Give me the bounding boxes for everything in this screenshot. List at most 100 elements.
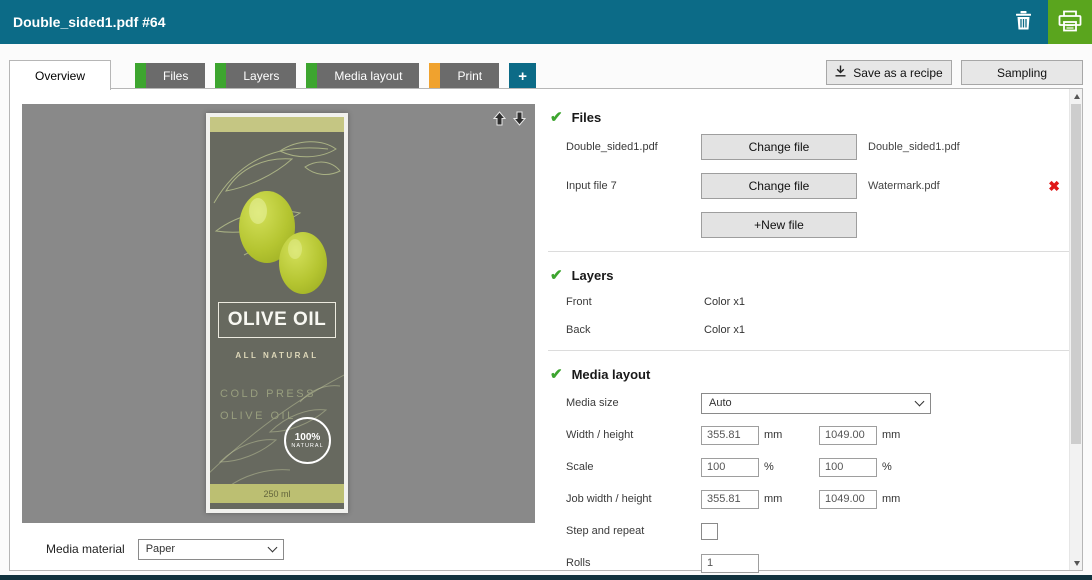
change-file-button[interactable]: Change file xyxy=(701,173,857,199)
width-height-label: Width / height xyxy=(566,429,701,441)
label-preview: OLIVE OIL ALL NATURAL COLD PRESS OLIVE O… xyxy=(206,113,348,513)
tab-files[interactable]: Files xyxy=(135,63,205,89)
new-file-row: +New file xyxy=(548,212,1070,238)
trash-icon xyxy=(1015,11,1032,33)
file-name-value: Watermark.pdf xyxy=(868,180,940,192)
media-layout-section-header: ✔ Media layout xyxy=(550,363,1070,385)
tab-bar: Overview Files Layers Media layout Print… xyxy=(9,59,1083,89)
tab-files-status-chip xyxy=(135,63,146,89)
save-recipe-button[interactable]: Save as a recipe xyxy=(826,60,952,85)
tab-print[interactable]: Print xyxy=(429,63,499,89)
media-size-select[interactable]: Auto xyxy=(701,393,931,414)
media-material-row: Media material Paper xyxy=(46,538,284,560)
width-unit: mm xyxy=(764,429,782,441)
layer-row-label: Back xyxy=(566,324,701,336)
new-file-button[interactable]: +New file xyxy=(701,212,857,238)
scale-x-input[interactable] xyxy=(701,458,759,477)
media-material-label: Media material xyxy=(46,542,125,556)
layers-section-header: ✔ Layers xyxy=(550,264,1070,286)
layer-row: Back Color x1 xyxy=(548,320,1070,340)
media-material-value: Paper xyxy=(146,543,175,555)
tab-media-layout[interactable]: Media layout xyxy=(306,63,419,89)
check-icon: ✔ xyxy=(550,266,563,284)
print-job-button[interactable] xyxy=(1048,0,1092,44)
vertical-scrollbar[interactable] xyxy=(1069,89,1082,570)
label-volume: 250 ml xyxy=(263,489,290,499)
job-width-height-row: Job width / height mm mm xyxy=(548,487,1070,511)
height-input[interactable] xyxy=(819,426,877,445)
triangle-down-icon xyxy=(1074,561,1080,566)
scroll-down-button[interactable] xyxy=(1070,556,1083,570)
title-bar: Double_sided1.pdf #64 xyxy=(0,0,1092,44)
scale-row: Scale % % xyxy=(548,455,1070,479)
height-unit: mm xyxy=(882,429,900,441)
label-top-band xyxy=(210,117,344,132)
layer-row-label: Front xyxy=(566,296,701,308)
scale-y-unit: % xyxy=(882,461,892,473)
step-and-repeat-row: Step and repeat xyxy=(548,519,1070,543)
check-icon: ✔ xyxy=(550,365,563,383)
tab-layers[interactable]: Layers xyxy=(215,63,296,89)
chevron-down-icon xyxy=(915,396,925,406)
preview-flip-controls xyxy=(493,111,526,126)
scrollbar-thumb[interactable] xyxy=(1071,104,1081,444)
job-overview-panel: OLIVE OIL ALL NATURAL COLD PRESS OLIVE O… xyxy=(9,88,1083,571)
job-width-unit: mm xyxy=(764,493,782,505)
app-window: Double_sided1.pdf #64 xyxy=(0,0,1092,580)
scroll-up-button[interactable] xyxy=(1070,89,1083,103)
arrow-up-icon[interactable] xyxy=(493,111,506,126)
tab-files-label: Files xyxy=(146,69,205,83)
section-divider xyxy=(548,251,1070,252)
layer-row: Front Color x1 xyxy=(548,292,1070,312)
rolls-input[interactable] xyxy=(701,554,759,573)
job-width-input[interactable] xyxy=(701,490,759,509)
step-and-repeat-checkbox[interactable] xyxy=(701,523,718,540)
layers-section-title: Layers xyxy=(572,268,614,283)
download-icon xyxy=(835,65,846,80)
files-section-header: ✔ Files xyxy=(550,106,1070,128)
label-bottom-band: 250 ml xyxy=(210,484,344,503)
scale-label: Scale xyxy=(566,461,701,473)
file-row-label: Input file 7 xyxy=(566,180,701,192)
media-material-select[interactable]: Paper xyxy=(138,539,284,560)
width-height-row: Width / height mm mm xyxy=(548,423,1070,447)
tab-layers-status-chip xyxy=(215,63,226,89)
details-panel: ✔ Files Double_sided1.pdf Change file Do… xyxy=(548,89,1070,570)
label-artwork: OLIVE OIL ALL NATURAL COLD PRESS OLIVE O… xyxy=(210,117,344,509)
scale-x-unit: % xyxy=(764,461,774,473)
delete-job-button[interactable] xyxy=(1015,11,1032,33)
tab-print-status-chip xyxy=(429,63,440,89)
file-row: Double_sided1.pdf Change file Double_sid… xyxy=(548,134,1070,160)
remove-file-icon[interactable]: ✖ xyxy=(1048,178,1060,195)
badge-percent: 100% xyxy=(295,432,321,443)
width-input[interactable] xyxy=(701,426,759,445)
job-width-height-label: Job width / height xyxy=(566,493,701,505)
label-subtitle: ALL NATURAL xyxy=(210,351,344,360)
preview-area: OLIVE OIL ALL NATURAL COLD PRESS OLIVE O… xyxy=(22,104,535,523)
arrow-down-icon[interactable] xyxy=(513,111,526,126)
media-layout-section-title: Media layout xyxy=(572,367,651,382)
tab-media-layout-status-chip xyxy=(306,63,317,89)
rolls-row: Rolls xyxy=(548,551,1070,575)
file-name-value: Double_sided1.pdf xyxy=(868,141,960,153)
printer-icon xyxy=(1057,9,1083,36)
check-icon: ✔ xyxy=(550,108,563,126)
sampling-button[interactable]: Sampling xyxy=(961,60,1083,85)
change-file-button[interactable]: Change file xyxy=(701,134,857,160)
layer-row-value: Color x1 xyxy=(704,324,745,336)
media-size-row: Media size Auto xyxy=(548,391,1070,415)
badge-text: NATURAL xyxy=(291,443,323,449)
label-tagline-line1: COLD PRESS xyxy=(220,383,316,405)
step-and-repeat-label: Step and repeat xyxy=(566,525,701,537)
sampling-label: Sampling xyxy=(997,66,1047,80)
media-size-value: Auto xyxy=(709,397,732,409)
add-tab-button[interactable]: + xyxy=(509,63,536,89)
label-title-box: OLIVE OIL xyxy=(218,302,336,338)
label-title: OLIVE OIL xyxy=(228,309,326,330)
files-section-title: Files xyxy=(572,110,602,125)
job-title: Double_sided1.pdf #64 xyxy=(13,14,165,30)
job-height-input[interactable] xyxy=(819,490,877,509)
rolls-label: Rolls xyxy=(566,557,701,569)
scale-y-input[interactable] xyxy=(819,458,877,477)
tab-overview[interactable]: Overview xyxy=(9,60,111,90)
